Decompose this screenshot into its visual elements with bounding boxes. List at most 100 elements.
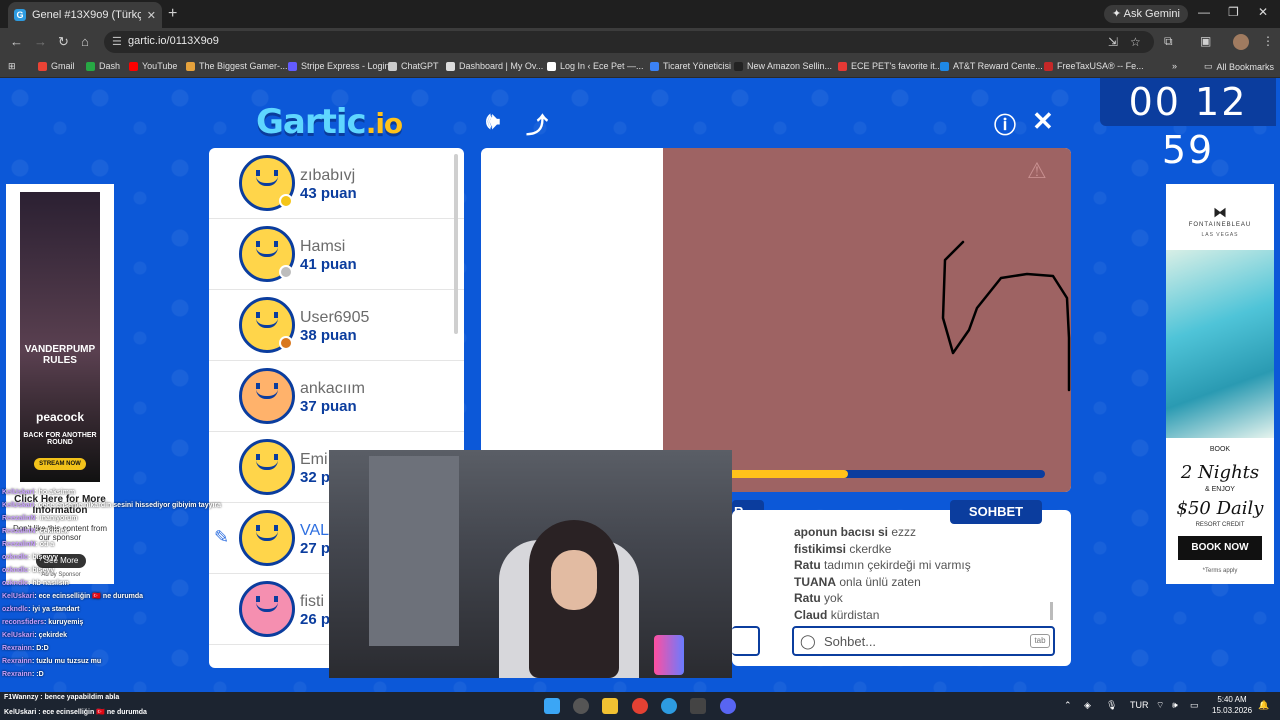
install-icon[interactable]: ⇲: [1108, 35, 1118, 49]
browser-tab[interactable]: G Genel #13X9o9 (Türkçe) - Gartic ✕: [8, 2, 162, 28]
chat-text: kürdistan: [830, 607, 880, 622]
chat-text: onla ünlü zaten: [839, 574, 921, 589]
extensions-icon[interactable]: ⧉: [1164, 34, 1173, 49]
share-icon[interactable]: ⤴: [526, 108, 548, 140]
battery-icon[interactable]: ▭: [1190, 700, 1199, 711]
right-ad-banner[interactable]: ⧓ FONTAINEBLEAU LAS VEGAS BOOK 2 Nights …: [1166, 184, 1274, 584]
player-row[interactable]: User6905 38 puan: [209, 290, 464, 361]
language-indicator[interactable]: TUR: [1130, 700, 1149, 710]
chat-text: ezzz: [891, 525, 917, 539]
bookmark-star-icon[interactable]: ☆: [1130, 35, 1141, 49]
file-explorer-icon[interactable]: [602, 698, 618, 714]
stream-chat-line: Rexrainn: :D: [2, 668, 332, 681]
tray-chevron-icon[interactable]: ⌃: [1064, 700, 1072, 711]
chrome-icon[interactable]: [632, 698, 648, 714]
bookmark-gmail[interactable]: Gmail: [38, 61, 75, 71]
ask-gemini-button[interactable]: ✦ Ask Gemini: [1104, 5, 1188, 23]
chat-user: Ratu: [794, 558, 821, 572]
player-name: ankacıım: [300, 380, 365, 397]
streamdeck-icon[interactable]: [690, 698, 706, 714]
bookmark-stripe[interactable]: Stripe Express - Login: [288, 61, 390, 71]
system-clock[interactable]: 5:40 AM 15.03.2026: [1212, 694, 1252, 716]
close-window-icon[interactable]: ✕: [1258, 5, 1268, 19]
chat-scrollbar[interactable]: [1050, 602, 1053, 620]
sound-icon[interactable]: 🕪: [486, 108, 500, 134]
new-tab-button[interactable]: +: [168, 5, 177, 23]
chat-tab[interactable]: SOHBET: [950, 500, 1042, 524]
bookmark-att[interactable]: AT&T Reward Cente...: [940, 61, 1043, 71]
stream-chat-user: Rexrainn: [2, 645, 32, 652]
player-avatar: [239, 368, 295, 424]
stream-chat-line: KelUskari: ece ecinselliğin 🇹🇷 ne durumd…: [2, 590, 332, 603]
stream-chat-user: Rexrainn: [2, 671, 32, 678]
player-list-scrollbar[interactable]: [454, 154, 458, 334]
notification-bell-icon[interactable]: 🔔: [1258, 700, 1269, 711]
sidepanel-icon[interactable]: ▣: [1200, 34, 1211, 48]
apps-grid-icon[interactable]: ⊞: [8, 61, 16, 72]
stream-chat-user: KelUskari: [2, 593, 35, 600]
stream-chat-user: KelUskari: [2, 489, 35, 496]
bookmark-label: FreeTaxUSA® -- Fe...: [1057, 61, 1144, 71]
stream-chat-user: KelUskari: [2, 632, 35, 639]
drawing-canvas[interactable]: ⚠: [481, 148, 1071, 492]
forward-icon[interactable]: →: [34, 34, 47, 49]
player-name: User6905: [300, 309, 370, 326]
answer-input[interactable]: [732, 626, 760, 656]
menu-dots-icon[interactable]: ⋮: [1262, 34, 1274, 48]
start-icon[interactable]: [544, 698, 560, 714]
bookmark-amazon[interactable]: New Amazon Sellin...: [734, 61, 832, 71]
close-game-icon[interactable]: ✕: [1032, 106, 1054, 137]
microphone-icon[interactable]: 🎙: [1106, 700, 1117, 711]
player-row[interactable]: zıbabıvj 43 puan: [209, 148, 464, 219]
bookmark-ticaret[interactable]: Ticaret Yöneticisi: [650, 61, 731, 71]
ad-stream-button[interactable]: STREAM NOW: [34, 458, 86, 470]
round-progress-bar: [681, 470, 1045, 478]
freetax-icon: [1044, 61, 1053, 71]
tab-close-icon[interactable]: ✕: [147, 9, 156, 22]
gartic-favicon-icon: G: [14, 9, 26, 21]
player-score: 43 puan: [300, 185, 357, 202]
bookmark-dash[interactable]: Dash: [86, 61, 120, 71]
reload-icon[interactable]: ↻: [58, 34, 69, 50]
logo-main: Gartic: [256, 102, 367, 142]
bookmark-ece-pet-favorite[interactable]: ECE PET's favorite it...: [838, 61, 942, 71]
bookmarks-overflow[interactable]: »: [1172, 61, 1177, 71]
ad-brand: FONTAINEBLEAU: [1188, 222, 1252, 228]
chat-input[interactable]: ◯ Sohbet... tab: [792, 626, 1055, 656]
discord-icon[interactable]: [720, 698, 736, 714]
stream-chat-user: Rexrainn: [2, 658, 32, 665]
home-icon[interactable]: ⌂: [81, 34, 89, 49]
site-info-icon[interactable]: ☰: [112, 35, 122, 48]
player-row[interactable]: Hamsi 41 puan: [209, 219, 464, 290]
ad-enjoy-text: & ENJOY: [1205, 486, 1235, 493]
tray-app-icon[interactable]: ◈: [1084, 700, 1091, 711]
stream-chat-text: : tuzlu mu tuzsuz mu: [31, 658, 102, 665]
minimize-icon[interactable]: —: [1198, 5, 1210, 19]
stream-chat-line: ozkndlc: bişeyyy: [2, 551, 332, 564]
volume-icon[interactable]: 🕪: [1172, 700, 1178, 711]
bookmark-dashboard[interactable]: Dashboard | My Ov...: [446, 61, 543, 71]
player-row[interactable]: ankacıım 37 puan: [209, 361, 464, 432]
store-icon: [838, 61, 847, 71]
all-bookmarks[interactable]: ▭ All Bookmarks: [1204, 61, 1274, 72]
maximize-icon[interactable]: ❐: [1228, 5, 1239, 19]
wifi-icon[interactable]: ⌔: [1156, 700, 1164, 711]
profile-avatar[interactable]: [1233, 34, 1249, 50]
bookmark-biggest-gamer[interactable]: The Biggest Gamer-...: [186, 61, 288, 71]
address-bar[interactable]: ☰ gartic.io/0113X9o9 ⇲ ☆: [104, 31, 1154, 53]
ad-book-now-button[interactable]: BOOK NOW: [1178, 536, 1262, 560]
bookmark-freetaxusa[interactable]: FreeTaxUSA® -- Fe...: [1044, 61, 1144, 71]
bookmark-chatgpt[interactable]: ChatGPT: [388, 61, 439, 71]
bookmark-youtube[interactable]: YouTube: [129, 61, 177, 71]
bookmark-ece-pet-login[interactable]: Log In ‹ Ece Pet —...: [547, 61, 644, 71]
obs-icon[interactable]: [573, 698, 589, 714]
report-warning-icon[interactable]: ⚠: [1027, 158, 1047, 184]
youtube-icon: [129, 61, 138, 71]
chat-message: TUANA onla ünlü zaten: [794, 574, 1054, 591]
back-icon[interactable]: ←: [10, 34, 23, 49]
gartic-app-icon[interactable]: [661, 698, 677, 714]
info-icon[interactable]: ⓘ: [994, 108, 1016, 140]
amazon-icon: [734, 61, 743, 71]
address-toolbar: ← → ↻ ⌂ ☰ gartic.io/0113X9o9 ⇲ ☆ ⧉ ▣ ⋮: [0, 28, 1280, 56]
fontainebleau-logo-icon: ⧓: [1213, 204, 1227, 220]
